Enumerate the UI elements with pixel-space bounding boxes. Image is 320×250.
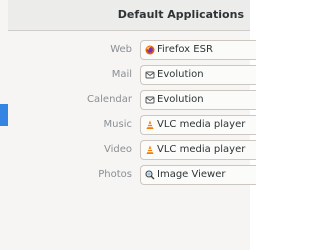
evolution-icon	[145, 96, 155, 104]
header-bar: Default Applications	[0, 0, 250, 31]
music-app-value: VLC media player	[157, 119, 246, 130]
video-app-combo[interactable]: VLC media player	[140, 140, 256, 160]
photos-app-combo[interactable]: Image Viewer	[140, 165, 256, 185]
mail-label: Mail	[111, 69, 132, 80]
web-label: Web	[110, 44, 132, 55]
vlc-icon	[146, 120, 154, 129]
calendar-app-value: Evolution	[157, 94, 204, 105]
image-viewer-icon	[145, 170, 155, 180]
page-title: Default Applications	[117, 8, 244, 21]
photos-label: Photos	[98, 169, 132, 180]
mail-app-combo[interactable]: Evolution	[140, 65, 256, 85]
calendar-label: Calendar	[87, 94, 132, 105]
music-label: Music	[103, 119, 132, 130]
calendar-app-combo[interactable]: Evolution	[140, 90, 256, 110]
vlc-icon	[146, 145, 154, 154]
video-app-value: VLC media player	[157, 144, 246, 155]
evolution-icon	[145, 71, 155, 79]
video-label: Video	[103, 144, 132, 155]
web-app-combo[interactable]: Firefox ESR	[140, 40, 256, 60]
web-app-value: Firefox ESR	[157, 44, 213, 55]
firefox-icon	[145, 45, 155, 55]
sidebar-item-selected[interactable]	[0, 104, 8, 126]
music-app-combo[interactable]: VLC media player	[140, 115, 256, 135]
mail-app-value: Evolution	[157, 69, 204, 80]
photos-app-value: Image Viewer	[157, 169, 226, 180]
